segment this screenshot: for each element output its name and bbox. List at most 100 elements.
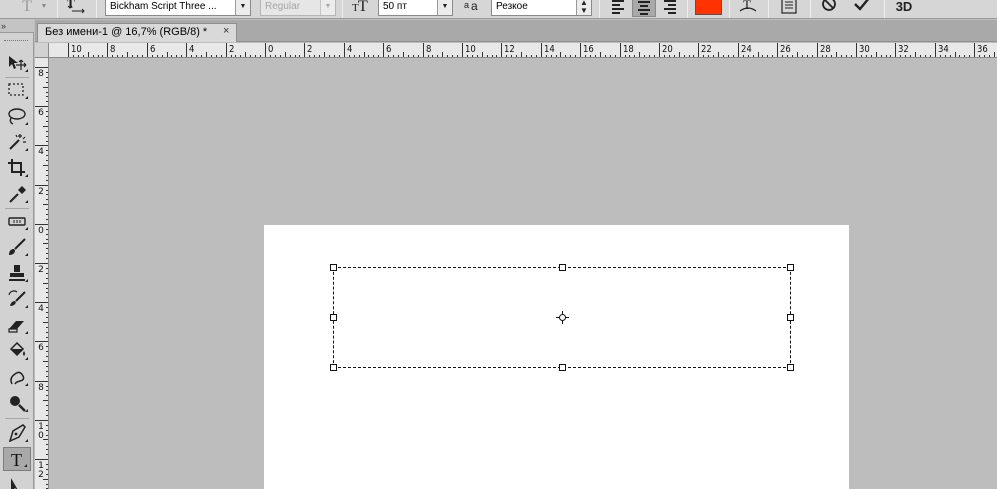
move-tool[interactable] bbox=[3, 51, 31, 75]
resize-handle-bottom[interactable] bbox=[559, 364, 566, 371]
magnifier-icon bbox=[10, 396, 26, 412]
eraser-icon bbox=[8, 321, 24, 333]
font-family-value: Bickham Script Three ... bbox=[110, 1, 217, 12]
panel-grip[interactable] bbox=[4, 40, 28, 42]
paint-bucket-tool[interactable] bbox=[3, 339, 31, 363]
ruler-label: 2 bbox=[38, 265, 44, 275]
align-center-button[interactable] bbox=[632, 0, 656, 17]
eraser-tool[interactable] bbox=[3, 313, 31, 337]
ruler-label: 30 bbox=[859, 44, 870, 55]
options-separator bbox=[687, 0, 688, 18]
dodge-icon bbox=[10, 371, 25, 385]
ruler-label: 2 bbox=[38, 186, 44, 197]
ruler-label: 4 bbox=[346, 44, 353, 55]
chevron-down-icon[interactable]: ▼ bbox=[437, 0, 452, 15]
text-color-swatch[interactable] bbox=[695, 0, 722, 15]
crop-tool[interactable] bbox=[3, 156, 31, 180]
quick-selection-tool[interactable] bbox=[3, 130, 31, 154]
document-tab[interactable]: Без имени-1 @ 16,7% (RGB/8) * × bbox=[37, 23, 237, 42]
document-tab-bar: Без имени-1 @ 16,7% (RGB/8) * × bbox=[35, 20, 997, 42]
path-selection-tool[interactable] bbox=[3, 473, 31, 489]
text-tool-preset-icon[interactable]: T bbox=[17, 0, 37, 16]
paint-bucket-icon bbox=[9, 342, 25, 357]
align-right-icon bbox=[658, 0, 682, 17]
eyedropper-tool[interactable] bbox=[3, 182, 31, 206]
svg-text:T: T bbox=[743, 0, 751, 12]
lasso-tool[interactable] bbox=[3, 104, 31, 128]
ruler-label: 34 bbox=[937, 44, 949, 55]
antialiasing-value: Резкое bbox=[496, 1, 528, 12]
cancel-icon[interactable] bbox=[817, 0, 841, 16]
align-left-button[interactable] bbox=[606, 0, 630, 17]
ruler-label: 4 bbox=[38, 304, 44, 315]
horizontal-ruler[interactable]: 10 8 6 4 2 0 2 4 6 8 10 12 14 16 18 20 22 24 26 28 30 32 34 36 bbox=[49, 43, 997, 58]
character-paragraph-panels-icon[interactable] bbox=[778, 0, 800, 16]
zoom-tool[interactable] bbox=[3, 391, 31, 415]
ruler-label: 12 bbox=[504, 44, 516, 55]
font-style-value: Regular bbox=[265, 1, 301, 12]
warp-text-icon[interactable]: T bbox=[737, 0, 759, 16]
path-selection-arrow-icon bbox=[11, 478, 18, 489]
3d-button[interactable]: 3D bbox=[892, 0, 916, 16]
collapse-panel-icon[interactable]: » bbox=[0, 19, 34, 33]
history-brush-icon bbox=[8, 290, 26, 306]
svg-text:a: a bbox=[464, 0, 469, 10]
ruler-label: 26 bbox=[780, 44, 792, 55]
resize-handle-bottom-right[interactable] bbox=[787, 364, 794, 371]
ruler-label: 32 bbox=[898, 44, 910, 55]
align-right-button[interactable] bbox=[658, 0, 682, 17]
ruler-label: 10 bbox=[71, 44, 82, 55]
photoshop-window: T ▼ T Bickham Script Three ... ▼ Regular… bbox=[0, 0, 997, 489]
pen-icon bbox=[8, 424, 26, 442]
ruler-label: 18 bbox=[622, 44, 634, 55]
pen-tool[interactable] bbox=[3, 421, 31, 445]
transform-center-icon[interactable] bbox=[556, 311, 569, 324]
text-orientation-toggle-icon[interactable]: T bbox=[64, 0, 88, 16]
vertical-ruler[interactable]: 8 6 4 2 0 2 4 6 8 10 12 bbox=[35, 58, 49, 489]
options-separator bbox=[884, 0, 885, 18]
resize-handle-top[interactable] bbox=[559, 264, 566, 271]
document-canvas[interactable] bbox=[264, 225, 849, 489]
brush-icon bbox=[9, 238, 26, 255]
font-size-input[interactable]: 50 пт ▼ bbox=[378, 0, 453, 16]
healing-brush-tool[interactable] bbox=[3, 209, 31, 233]
resize-handle-left[interactable] bbox=[330, 314, 337, 321]
canvas-workspace[interactable] bbox=[50, 59, 997, 489]
text-tool[interactable]: T bbox=[3, 447, 31, 471]
brush-tool[interactable] bbox=[3, 235, 31, 259]
bandage-icon bbox=[8, 217, 26, 226]
ruler-origin[interactable] bbox=[35, 43, 49, 58]
font-style-select: Regular ▼ bbox=[260, 0, 336, 16]
ruler-label: 10 bbox=[465, 44, 476, 55]
resize-handle-bottom-left[interactable] bbox=[330, 364, 337, 371]
close-icon[interactable]: × bbox=[223, 25, 229, 37]
commit-checkmark-icon[interactable] bbox=[850, 0, 874, 16]
ruler-label: 10 bbox=[38, 421, 44, 441]
ruler-label: 24 bbox=[740, 44, 752, 55]
lasso-icon bbox=[8, 108, 26, 125]
chevron-down-icon[interactable]: ▼ bbox=[235, 0, 250, 15]
ruler-label: 22 bbox=[701, 44, 713, 55]
options-separator bbox=[729, 0, 730, 18]
document-tab-title: Без имени-1 @ 16,7% (RGB/8) * bbox=[45, 26, 208, 38]
ruler-label: 8 bbox=[38, 69, 44, 79]
font-family-select[interactable]: Bickham Script Three ... ▼ bbox=[105, 0, 251, 16]
align-left-icon bbox=[606, 0, 630, 17]
dodge-tool[interactable] bbox=[3, 365, 31, 389]
ruler-label: 36 bbox=[977, 44, 989, 55]
resize-handle-top-right[interactable] bbox=[787, 264, 794, 271]
updown-arrows-icon[interactable]: ▲ ▼ bbox=[576, 0, 591, 15]
history-brush-tool[interactable] bbox=[3, 287, 31, 311]
resize-handle-top-left[interactable] bbox=[330, 264, 337, 271]
ruler-label: 6 bbox=[149, 44, 156, 55]
align-center-icon bbox=[633, 0, 655, 16]
font-size-icon: TT bbox=[350, 0, 372, 16]
clone-stamp-tool[interactable] bbox=[3, 261, 31, 285]
antialiasing-select[interactable]: Резкое ▲ ▼ bbox=[491, 0, 592, 16]
marquee-tool[interactable] bbox=[3, 78, 31, 102]
options-bar: T ▼ T Bickham Script Three ... ▼ Regular… bbox=[0, 0, 997, 19]
text-bounding-box[interactable] bbox=[330, 264, 794, 371]
tools-panel: » T bbox=[0, 19, 34, 489]
resize-handle-right[interactable] bbox=[787, 314, 794, 321]
tool-preset-dropdown-icon[interactable]: ▼ bbox=[39, 0, 49, 16]
